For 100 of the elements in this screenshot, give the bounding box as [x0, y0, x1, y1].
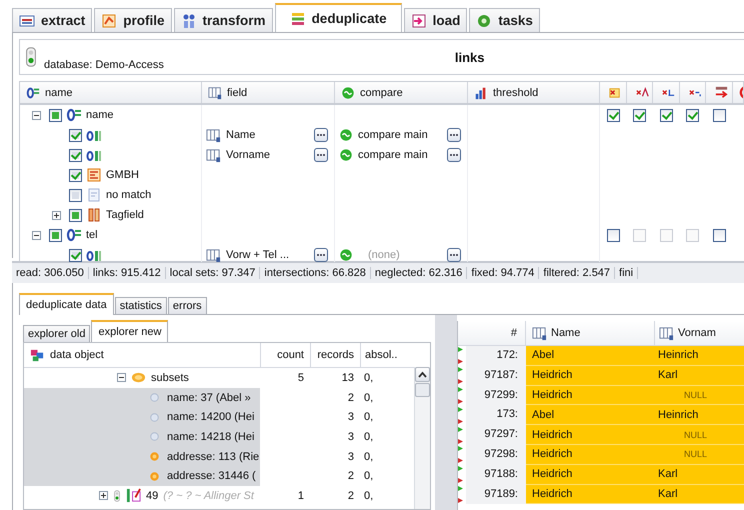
checkbox[interactable]	[69, 168, 82, 182]
marker-icon	[458, 386, 463, 404]
compare-method: compare main	[358, 149, 429, 161]
first-name-cell: Karl	[654, 484, 744, 504]
field-name: Vorw + Tel ...	[226, 249, 290, 261]
first-name-cell: Karl	[654, 366, 744, 386]
first-name-cell: Heinrich	[654, 405, 744, 426]
checkbox[interactable]	[660, 108, 673, 122]
absolute-cell-text: 0,	[363, 470, 374, 482]
item-label: tel	[86, 229, 98, 241]
scroll-thumb[interactable]	[415, 383, 430, 397]
object-label: name: 37 (Abel »	[167, 392, 251, 404]
column-header[interactable]: data object	[24, 343, 260, 367]
column-header[interactable]: absol..	[360, 343, 414, 367]
column-header[interactable]: count	[260, 343, 310, 367]
checkbox[interactable]	[712, 108, 726, 122]
checkbox[interactable]	[606, 108, 620, 122]
name-cell: Abel	[526, 346, 654, 366]
checkbox[interactable]	[69, 128, 82, 142]
group-icon	[26, 86, 40, 100]
tab[interactable]: tasks	[469, 8, 540, 32]
checkbox[interactable]	[49, 228, 62, 242]
column-header[interactable]: threshold	[468, 82, 600, 103]
more-button[interactable]	[447, 128, 461, 142]
collapse-icon[interactable]	[32, 110, 41, 120]
tab[interactable]: statistics	[114, 297, 167, 314]
table-icon	[659, 326, 674, 340]
item-label: name	[86, 109, 114, 121]
column-header[interactable]: Name	[526, 321, 654, 345]
absolute-cell-text: 0,	[363, 430, 374, 443]
first-name-cell: NULL	[654, 386, 744, 406]
compare-icon	[341, 86, 355, 100]
collapse-icon[interactable]	[32, 230, 41, 240]
column-header[interactable]: #	[466, 321, 526, 345]
column-header[interactable]: records	[310, 343, 360, 367]
traffic-light-icon	[113, 488, 121, 503]
checkbox[interactable]	[633, 108, 646, 122]
tab[interactable]: deduplicate data	[19, 293, 114, 315]
column-header[interactable]: compare	[335, 82, 468, 103]
status-text: neglected: 62.316	[370, 267, 468, 279]
import-icon	[410, 12, 427, 28]
object-label: name: 14200 (Hei	[167, 411, 254, 424]
count-cell-text: 1	[296, 490, 305, 502]
row-number: 97299:	[466, 386, 526, 406]
expand-icon[interactable]	[52, 210, 61, 220]
tab[interactable]: extract	[12, 8, 92, 32]
records-cell-text: 2	[346, 470, 355, 482]
more-button[interactable]	[314, 148, 328, 162]
checkbox[interactable]	[686, 108, 700, 122]
marker-icon	[458, 446, 463, 464]
compare-icon	[339, 128, 353, 142]
tab[interactable]: explorer new	[91, 320, 168, 342]
field-name: Name	[226, 129, 256, 141]
row-number: 173:	[466, 405, 526, 426]
more-button[interactable]	[314, 128, 328, 142]
table-icon	[206, 128, 221, 142]
absolute-cell-text: 0,	[363, 490, 374, 502]
checkbox[interactable]	[69, 188, 82, 202]
compare-method: (none)	[367, 249, 401, 261]
checkbox[interactable]	[69, 148, 82, 162]
object-label: 49	[146, 490, 158, 502]
more-button[interactable]	[447, 248, 461, 262]
tab[interactable]: load	[404, 8, 468, 32]
blocks-icon	[30, 348, 45, 362]
checkbox[interactable]	[712, 228, 726, 242]
tab[interactable]: explorer old	[23, 325, 90, 342]
checkbox[interactable]	[49, 108, 62, 122]
collapse-icon[interactable]	[117, 373, 126, 382]
table-icon	[19, 12, 35, 28]
column-header[interactable]: name	[20, 82, 202, 103]
tab[interactable]: deduplicate	[274, 3, 402, 32]
name-cell: Heidrich	[526, 386, 654, 406]
first-name-cell: NULL	[654, 425, 744, 445]
row-number: 97297:	[466, 425, 526, 445]
object-detail: (? ~ ? ~ Allinger St	[163, 490, 254, 502]
document-icon	[86, 187, 102, 203]
name-cell: Heidrich	[526, 425, 654, 445]
checkbox[interactable]	[69, 248, 82, 262]
marker-icon	[458, 347, 463, 364]
column-header[interactable]: field	[202, 82, 335, 103]
tab[interactable]: transform	[174, 8, 273, 32]
count-cell-text: 5	[296, 372, 305, 384]
name-cell: Heidrich	[526, 444, 654, 465]
group-icon	[66, 107, 82, 123]
expand-icon[interactable]	[99, 491, 108, 500]
item-label: GMBH	[106, 169, 139, 181]
tab[interactable]: errors	[168, 297, 207, 314]
compare-method: compare main	[358, 129, 429, 141]
first-name-cell: Heinrich	[654, 346, 744, 366]
item-label: Tagfield	[106, 209, 144, 221]
tab[interactable]: profile	[94, 8, 172, 32]
absolute-cell-text: 0,	[363, 372, 374, 384]
checkbox[interactable]	[69, 208, 82, 222]
more-button[interactable]	[447, 148, 461, 162]
column-header[interactable]: Vornam	[654, 321, 744, 345]
stripes-icon	[290, 10, 306, 26]
bar-chart-icon	[474, 86, 488, 100]
scroll-up-button[interactable]	[415, 367, 430, 382]
more-button[interactable]	[314, 248, 328, 262]
checkbox[interactable]	[606, 228, 620, 242]
